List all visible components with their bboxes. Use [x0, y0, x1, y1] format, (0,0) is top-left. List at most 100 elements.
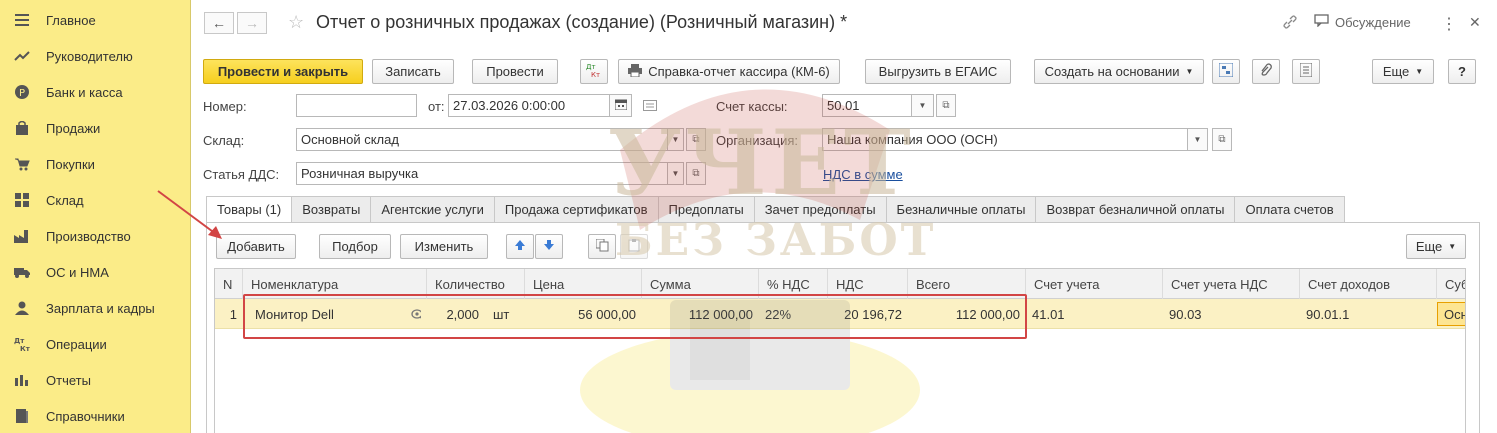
- structure-button[interactable]: [1212, 59, 1240, 84]
- change-button[interactable]: Изменить: [400, 234, 488, 259]
- sidebar-item-salary[interactable]: Зарплата и кадры: [0, 290, 191, 326]
- create-based-on-button[interactable]: Создать на основании ▼: [1034, 59, 1204, 84]
- cell-income-account[interactable]: 90.01.1: [1300, 299, 1437, 329]
- dt-kt-button[interactable]: Дт Кт: [580, 59, 608, 84]
- copy-icon: [595, 238, 609, 255]
- cell-price[interactable]: 56 000,00: [525, 299, 642, 329]
- column-header[interactable]: % НДС: [759, 269, 828, 299]
- close-icon[interactable]: ✕: [1469, 14, 1481, 31]
- column-header[interactable]: N: [215, 269, 243, 299]
- help-button[interactable]: ?: [1448, 59, 1476, 84]
- sidebar-item-main[interactable]: Главное: [0, 2, 191, 38]
- sidebar-item-label: Производство: [46, 228, 131, 244]
- sidebar-item-directories[interactable]: Справочники: [0, 398, 191, 433]
- tab-prepayments[interactable]: Предоплаты: [658, 196, 755, 223]
- factory-icon: [14, 228, 30, 244]
- tab-returns[interactable]: Возвраты: [292, 196, 372, 223]
- column-header[interactable]: НДС: [828, 269, 908, 299]
- pick-button[interactable]: Подбор: [319, 234, 391, 259]
- table-more-button[interactable]: Еще ▼: [1406, 234, 1466, 259]
- move-down-button[interactable]: [535, 234, 563, 259]
- post-and-close-button[interactable]: Провести и закрыть: [203, 59, 363, 84]
- discussion-label: Обсуждение: [1335, 14, 1411, 30]
- cell-item[interactable]: Монитор Dell: [249, 299, 399, 329]
- open-icon: ⧉: [692, 134, 700, 145]
- cell-vat[interactable]: 20 196,72: [828, 299, 908, 329]
- cell-total[interactable]: 112 000,00: [908, 299, 1026, 329]
- dds-field[interactable]: Розничная выручка: [296, 162, 668, 185]
- sidebar-item-label: Главное: [46, 12, 96, 28]
- table-header: N Номенклатура Количество Цена Сумма % Н…: [215, 269, 1465, 299]
- dds-open-button[interactable]: ⧉: [686, 162, 706, 185]
- calendar-button[interactable]: [610, 94, 632, 117]
- back-button[interactable]: ←: [204, 12, 234, 34]
- star-icon[interactable]: ☆: [288, 12, 304, 33]
- cash-account-open-button[interactable]: ⧉: [936, 94, 956, 117]
- tab-cashless-payments[interactable]: Безналичные оплаты: [886, 196, 1037, 223]
- table-row[interactable]: 1 Монитор Dell 2,000 шт 56 000,00 112 00…: [215, 299, 1465, 329]
- cashier-report-button[interactable]: Справка-отчет кассира (КМ-6): [618, 59, 840, 84]
- attach-button[interactable]: [1252, 59, 1280, 84]
- report-button[interactable]: [1292, 59, 1320, 84]
- cell-unit[interactable]: шт: [487, 299, 525, 329]
- column-header[interactable]: Счет доходов: [1300, 269, 1437, 299]
- tab-agent-services[interactable]: Агентские услуги: [371, 196, 495, 223]
- discussion-button[interactable]: Обсуждение: [1314, 14, 1411, 30]
- column-header[interactable]: Цена: [525, 269, 642, 299]
- cell-sub[interactable]: Осн: [1437, 302, 1465, 326]
- tab-invoice-payments[interactable]: Оплата счетов: [1235, 196, 1345, 223]
- column-header[interactable]: Номенклатура: [243, 269, 427, 299]
- egais-export-button[interactable]: Выгрузить в ЕГАИС: [865, 59, 1011, 84]
- date-field[interactable]: 27.03.2026 0:00:00: [448, 94, 610, 117]
- save-button[interactable]: Записать: [372, 59, 454, 84]
- dds-dropdown[interactable]: ▼: [668, 162, 684, 185]
- organization-dropdown[interactable]: ▼: [1188, 128, 1208, 151]
- more-actions-icon[interactable]: ⋮: [1441, 14, 1457, 34]
- warehouse-dropdown[interactable]: ▼: [668, 128, 684, 151]
- cash-account-field[interactable]: 50.01: [822, 94, 912, 117]
- cell-vat-account[interactable]: 90.03: [1163, 299, 1300, 329]
- column-header[interactable]: Всего: [908, 269, 1026, 299]
- organization-field[interactable]: Наша компания ООО (ОСН): [822, 128, 1188, 151]
- sidebar-item-sales[interactable]: Продажи: [0, 110, 191, 146]
- add-button[interactable]: Добавить: [216, 234, 296, 259]
- cell-account[interactable]: 41.01: [1026, 299, 1163, 329]
- sidebar-item-operations[interactable]: Дт Кт Операции: [0, 326, 191, 362]
- cash-account-dropdown[interactable]: ▼: [912, 94, 934, 117]
- move-up-button[interactable]: [506, 234, 534, 259]
- view-icon[interactable]: [405, 299, 427, 329]
- more-button[interactable]: Еще ▼: [1372, 59, 1434, 84]
- cell-sum[interactable]: 112 000,00: [642, 299, 759, 329]
- sidebar-item-production[interactable]: Производство: [0, 218, 191, 254]
- cash-account-label: Счет кассы:: [716, 99, 788, 114]
- number-field[interactable]: [296, 94, 417, 117]
- sidebar-item-bank[interactable]: P Банк и касса: [0, 74, 191, 110]
- cell-vat-rate[interactable]: 22%: [759, 299, 828, 329]
- chevron-down-icon: ▼: [1415, 67, 1424, 76]
- paste-row-button[interactable]: [620, 234, 648, 259]
- tab-cashless-returns[interactable]: Возврат безналичной оплаты: [1036, 196, 1236, 223]
- vat-in-sum-link[interactable]: НДС в сумме: [823, 167, 903, 182]
- sidebar-item-fixed-assets[interactable]: ОС и НМА: [0, 254, 191, 290]
- sidebar-item-reports[interactable]: Отчеты: [0, 362, 191, 398]
- sidebar-item-warehouse[interactable]: Склад: [0, 182, 191, 218]
- column-header[interactable]: Счет учета: [1026, 269, 1163, 299]
- warehouse-field[interactable]: Основной склад: [296, 128, 668, 151]
- sidebar-item-purchases[interactable]: Покупки: [0, 146, 191, 182]
- tab-prepayment-offset[interactable]: Зачет предоплаты: [754, 196, 887, 223]
- column-header[interactable]: Счет учета НДС: [1163, 269, 1300, 299]
- cell-quantity[interactable]: 2,000: [427, 299, 485, 329]
- organization-open-button[interactable]: ⧉: [1212, 128, 1232, 151]
- link-icon[interactable]: [1282, 14, 1298, 30]
- tab-goods[interactable]: Товары (1): [206, 196, 293, 223]
- copy-row-button[interactable]: [588, 234, 616, 259]
- tab-certificate-sales[interactable]: Продажа сертификатов: [494, 196, 659, 223]
- warehouse-open-button[interactable]: ⧉: [686, 128, 706, 151]
- column-header[interactable]: Количество: [427, 269, 525, 299]
- column-header[interactable]: Сумма: [642, 269, 759, 299]
- sidebar-item-manager[interactable]: Руководителю: [0, 38, 191, 74]
- column-header[interactable]: Суб: [1437, 269, 1465, 299]
- post-button[interactable]: Провести: [472, 59, 558, 84]
- memo-icon[interactable]: [643, 99, 657, 114]
- forward-button[interactable]: →: [237, 12, 267, 34]
